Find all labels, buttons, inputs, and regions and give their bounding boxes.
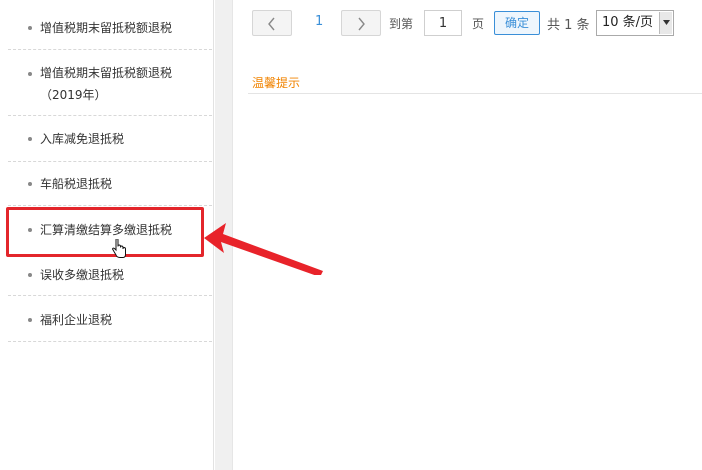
divider [248, 93, 702, 94]
sidebar-item-increment-tax-refund[interactable]: 增值税期末留抵税额退税 [8, 0, 212, 50]
sidebar-item-welfare-refund[interactable]: 福利企业退税 [8, 296, 212, 342]
hand-pointer-icon [111, 239, 126, 258]
triangle-down-icon [663, 20, 670, 25]
highlight-box [6, 207, 204, 257]
confirm-button[interactable]: 确定 [494, 11, 540, 35]
current-page-number[interactable]: 1 [315, 14, 323, 29]
sidebar-item-label: 入库减免退抵税 [40, 132, 125, 146]
dropdown-arrow[interactable] [659, 12, 672, 34]
sidebar-item-label: 增值税期末留抵税额退税（2019年） [40, 66, 173, 102]
next-page-button[interactable] [341, 10, 381, 36]
bullet [28, 26, 32, 30]
sidebar-item-label: 增值税期末留抵税额退税 [40, 21, 173, 35]
sidebar-item-overpaid-refund[interactable]: 误收多缴退抵税 [8, 252, 212, 296]
tips-title: 温馨提示 [252, 76, 301, 90]
page-size-value: 10 条/页 [602, 15, 654, 30]
bullet [28, 72, 32, 76]
sidebar-item-increment-tax-refund-2019[interactable]: 增值税期末留抵税额退税（2019年） [8, 50, 212, 116]
sidebar-item-storage-reduction-refund[interactable]: 入库减免退抵税 [8, 116, 212, 162]
annotation-arrow-icon [204, 223, 323, 275]
sidebar: 增值税期末留抵税额退税 增值税期末留抵税额退税（2019年） 入库减免退抵税 车… [0, 0, 214, 470]
bullet [28, 318, 32, 322]
sidebar-item-label: 福利企业退税 [40, 313, 113, 327]
sidebar-item-label: 车船税退抵税 [40, 177, 113, 191]
chevron-right-icon [358, 17, 365, 31]
prev-page-button[interactable] [252, 10, 292, 36]
bullet [28, 273, 32, 277]
sidebar-item-vehicle-tax-refund[interactable]: 车船税退抵税 [8, 162, 212, 206]
page-unit-label: 页 [472, 17, 485, 31]
sidebar-item-label: 误收多缴退抵税 [40, 268, 125, 282]
goto-label: 到第 [389, 17, 414, 31]
page-input[interactable] [424, 10, 462, 36]
total-count: 共 1 条 [547, 18, 590, 33]
page-size-select[interactable]: 10 条/页 [596, 10, 674, 36]
pagination: 1 到第 页 确定 共 1 条 10 条/页 [234, 10, 702, 38]
chevron-left-icon [268, 17, 275, 31]
bullet [28, 137, 32, 141]
bullet [28, 182, 32, 186]
